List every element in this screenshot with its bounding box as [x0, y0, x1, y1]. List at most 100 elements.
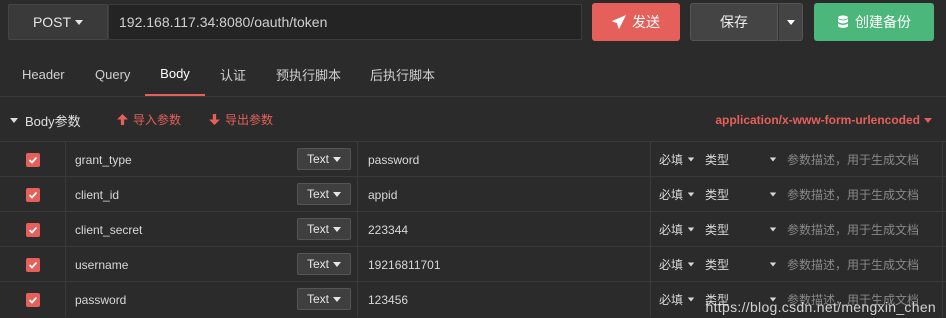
enable-checkbox[interactable] [25, 292, 40, 307]
paper-plane-icon [612, 15, 626, 29]
param-meta-cell: 必填 类型 参数描述，用于生成文档 [651, 212, 943, 247]
database-icon [838, 15, 848, 28]
chevron-down-icon [333, 191, 341, 197]
export-params-button[interactable]: 导出参数 [209, 111, 273, 128]
param-meta-cell: 必填 类型 参数描述，用于生成文档 [651, 177, 943, 212]
required-select[interactable]: 必填 [659, 291, 695, 308]
check-icon [28, 296, 37, 304]
param-key-field[interactable]: client_id Text [66, 177, 358, 212]
backup-label: 创建备份 [855, 14, 911, 30]
save-button[interactable]: 保存 [690, 3, 778, 41]
content-type-select[interactable]: application/x-www-form-urlencoded [715, 113, 932, 127]
chevron-down-icon [924, 117, 932, 123]
tab-label: 预执行脚本 [276, 67, 342, 83]
kind-label: 类型 [705, 258, 730, 272]
param-value-field[interactable]: 19216811701 [358, 247, 651, 282]
enable-cell [0, 247, 66, 282]
tab-auth[interactable]: 认证 [220, 52, 246, 96]
param-description-input[interactable]: 参数描述，用于生成文档 [787, 221, 919, 238]
kind-select[interactable]: 类型 [705, 151, 729, 168]
import-params-button[interactable]: 导入参数 [117, 111, 181, 128]
tab-label: 后执行脚本 [370, 67, 436, 83]
method-label: POST [32, 14, 72, 30]
chevron-down-icon[interactable] [769, 227, 777, 232]
param-key: client_id [75, 187, 120, 202]
param-type-select[interactable]: Text [297, 183, 351, 205]
save-dropdown-button[interactable] [778, 3, 803, 41]
tab-label: Header [22, 66, 65, 82]
param-key-field[interactable]: grant_type Text [66, 142, 358, 177]
required-select[interactable]: 必填 [659, 186, 695, 203]
body-params-toggle[interactable]: Body参数 [10, 111, 81, 130]
chevron-down-icon[interactable] [769, 262, 777, 267]
enable-cell [0, 177, 66, 212]
param-type-select[interactable]: Text [297, 218, 351, 240]
required-select[interactable]: 必填 [659, 256, 695, 273]
required-label: 必填 [659, 293, 684, 307]
description-placeholder: 参数描述，用于生成文档 [787, 188, 920, 202]
content-type-label: application/x-www-form-urlencoded [715, 113, 920, 127]
kind-select[interactable]: 类型 [705, 186, 729, 203]
tab-body[interactable]: Body [145, 52, 205, 96]
param-key-field[interactable]: client_secret Text [66, 212, 358, 247]
check-icon [28, 261, 37, 269]
enable-checkbox[interactable] [25, 257, 40, 272]
chevron-down-icon[interactable] [769, 192, 777, 197]
param-value: 223344 [368, 222, 409, 237]
chevron-down-icon [687, 227, 695, 232]
param-description-input[interactable]: 参数描述，用于生成文档 [787, 186, 919, 203]
param-type-label: Text [306, 152, 329, 166]
description-placeholder: 参数描述，用于生成文档 [787, 258, 920, 272]
param-value-field[interactable]: 123456 [358, 282, 651, 317]
required-select[interactable]: 必填 [659, 151, 695, 168]
param-description-input[interactable]: 参数描述，用于生成文档 [787, 151, 919, 168]
param-value-field[interactable]: 223344 [358, 212, 651, 247]
description-placeholder: 参数描述，用于生成文档 [787, 153, 920, 167]
param-type-select[interactable]: Text [297, 253, 351, 275]
chevron-down-icon [333, 226, 341, 232]
kind-select[interactable]: 类型 [705, 256, 729, 273]
section-title: Body参数 [25, 114, 81, 129]
param-description-input[interactable]: 参数描述，用于生成文档 [787, 256, 919, 273]
param-type-select[interactable]: Text [297, 148, 351, 170]
tab-label: 认证 [220, 67, 247, 83]
required-label: 必填 [659, 153, 684, 167]
chevron-down-icon [75, 19, 84, 25]
param-value-field[interactable]: appid [358, 177, 651, 212]
description-placeholder: 参数描述，用于生成文档 [787, 223, 920, 237]
enable-cell [0, 282, 66, 317]
param-type-select[interactable]: Text [297, 288, 351, 310]
tab-header[interactable]: Header [22, 52, 65, 96]
table-row: client_id Text appid 必填 类型 参数描述，用于生成文档 [0, 176, 946, 212]
chevron-down-icon [333, 156, 341, 162]
request-tabs: Header Query Body 认证 预执行脚本 后执行脚本 [0, 52, 946, 97]
send-label: 发送 [632, 14, 660, 30]
param-type-label: Text [306, 257, 329, 271]
param-key: password [75, 292, 127, 307]
chevron-down-icon [687, 262, 695, 267]
chevron-down-icon [687, 157, 695, 162]
url-input[interactable]: 192.168.117.34:8080/oauth/token [108, 4, 582, 40]
param-key-field[interactable]: password Text [66, 282, 358, 317]
send-button[interactable]: 发送 [592, 3, 680, 41]
chevron-down-icon[interactable] [769, 157, 777, 162]
tab-post-script[interactable]: 后执行脚本 [370, 52, 435, 96]
check-icon [28, 226, 37, 234]
required-select[interactable]: 必填 [659, 221, 695, 238]
chevron-down-icon [786, 19, 795, 25]
tab-pre-script[interactable]: 预执行脚本 [276, 52, 341, 96]
tab-label: Query [95, 66, 131, 82]
enable-checkbox[interactable] [25, 222, 40, 237]
param-key-field[interactable]: username Text [66, 247, 358, 282]
param-meta-cell: 必填 类型 参数描述，用于生成文档 [651, 247, 943, 282]
kind-select[interactable]: 类型 [705, 221, 729, 238]
chevron-down-icon [333, 296, 341, 302]
enable-checkbox[interactable] [25, 187, 40, 202]
enable-cell [0, 212, 66, 247]
create-backup-button[interactable]: 创建备份 [814, 3, 934, 41]
param-type-label: Text [306, 292, 329, 306]
tab-query[interactable]: Query [95, 52, 130, 96]
method-select[interactable]: POST [8, 4, 108, 40]
param-value-field[interactable]: password [358, 142, 651, 177]
enable-checkbox[interactable] [25, 152, 40, 167]
